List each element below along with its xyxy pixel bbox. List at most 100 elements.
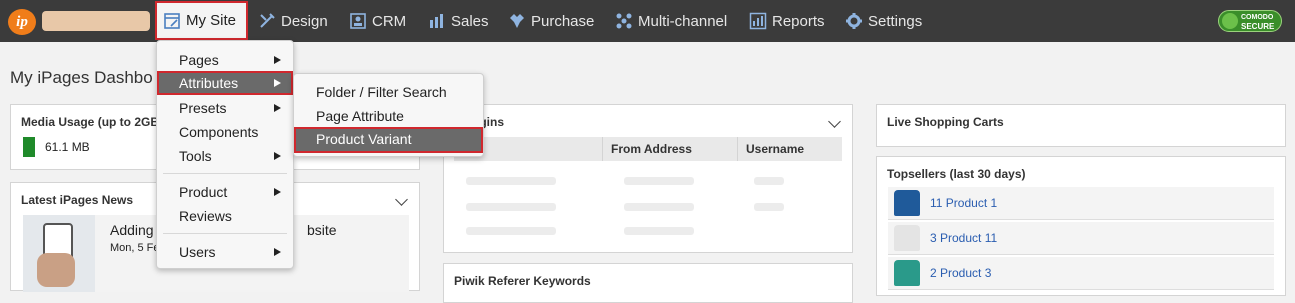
nav-crm[interactable]: CRM: [349, 0, 406, 42]
nav-sales[interactable]: Sales: [428, 0, 489, 42]
news-headline-start: Adding: [110, 222, 154, 238]
user-account-pill[interactable]: [42, 11, 150, 31]
menu-item-users[interactable]: Users: [157, 240, 293, 264]
submenu-item-folder-filter-search[interactable]: Folder / Filter Search: [294, 80, 483, 104]
tshirt-image: [894, 225, 920, 251]
panel-title: Latest iPages News: [21, 193, 134, 207]
submenu-arrow-icon: [274, 104, 281, 112]
nav-label: Sales: [451, 12, 489, 30]
nav-label: Multi-channel: [638, 12, 728, 30]
nav-reports[interactable]: Reports: [749, 0, 825, 42]
column-header[interactable]: From Address: [603, 137, 738, 161]
nav-label: CRM: [372, 12, 407, 30]
product-link[interactable]: 2 Product 3: [930, 266, 991, 280]
multichannel-icon: [616, 13, 632, 29]
list-item[interactable]: 2 Product 3: [888, 257, 1274, 290]
menu-item-presets[interactable]: Presets: [157, 96, 293, 120]
chevron-down-icon[interactable]: [828, 115, 841, 128]
page-title: My iPages Dashbo: [10, 68, 153, 87]
panel-title: Topsellers (last 30 days): [887, 167, 1026, 181]
submenu-arrow-icon: [274, 56, 281, 64]
nav-settings[interactable]: Settings: [845, 0, 922, 42]
sales-icon: [430, 14, 443, 28]
menu-item-attributes[interactable]: Attributes: [157, 71, 293, 95]
submenu-arrow-icon: [274, 79, 281, 87]
product-link[interactable]: 11 Product 1: [930, 196, 997, 210]
live-carts-panel: Live Shopping Carts: [876, 104, 1286, 147]
menu-item-label: Users: [179, 244, 216, 260]
crm-icon: [350, 13, 366, 29]
attributes-submenu: Folder / Filter Search Page Attribute Pr…: [293, 73, 484, 157]
nav-design[interactable]: Design: [258, 0, 328, 42]
menu-item-label: Pages: [179, 52, 219, 68]
menu-item-label: Attributes: [179, 75, 239, 91]
nav-multichannel[interactable]: Multi-channel: [615, 0, 727, 42]
menu-item-label: Presets: [179, 100, 227, 116]
menu-item-label: Product: [179, 184, 228, 200]
usage-value: 61.1 MB: [45, 140, 90, 154]
piwik-keywords-panel: Piwik Referer Keywords: [443, 263, 853, 303]
reports-icon: [749, 12, 767, 30]
top-navigation-bar: ip My Site Design CRM Sales Purchase Mul…: [0, 0, 1295, 42]
blurred-cell: [624, 177, 694, 185]
usage-bar: [23, 137, 35, 157]
news-headline-end: bsite: [307, 222, 337, 238]
submenu-arrow-icon: [274, 188, 281, 196]
submenu-item-product-variant[interactable]: Product Variant: [294, 127, 483, 153]
nav-label: My Site: [186, 12, 237, 29]
nav-label: Purchase: [531, 12, 595, 30]
badge-line1: COMODO: [1241, 14, 1274, 21]
menu-item-label: Components: [179, 124, 259, 140]
panel-title: Piwik Referer Keywords: [454, 274, 591, 288]
ipages-logo[interactable]: ip: [8, 9, 36, 35]
menu-item-label: Tools: [179, 148, 212, 164]
nav-label: Reports: [772, 12, 825, 30]
tshirt-image: [894, 260, 920, 286]
menu-item-label: Reviews: [179, 208, 232, 224]
blurred-cell: [624, 227, 694, 235]
chevron-down-icon[interactable]: [395, 193, 408, 206]
menu-divider: [163, 173, 287, 174]
comodo-secure-badge[interactable]: COMODO SECURE: [1218, 10, 1282, 32]
design-icon: [260, 13, 275, 28]
hand-image: [37, 253, 75, 287]
panel-title: Media Usage (up to 2GB: [21, 115, 160, 129]
list-item[interactable]: 11 Product 1: [888, 187, 1274, 220]
nav-label: Design: [281, 12, 328, 30]
nav-purchase[interactable]: Purchase: [508, 0, 594, 42]
news-thumbnail: [23, 215, 95, 292]
badge-line2: SECURE: [1241, 22, 1275, 31]
submenu-item-page-attribute[interactable]: Page Attribute: [294, 104, 483, 128]
submenu-arrow-icon: [274, 248, 281, 256]
product-link[interactable]: 3 Product 11: [930, 231, 997, 245]
my-site-icon: [164, 12, 180, 29]
blurred-cell: [466, 227, 556, 235]
nav-my-site[interactable]: My Site: [155, 1, 249, 40]
menu-item-label: Page Attribute: [316, 108, 404, 124]
list-item[interactable]: 3 Product 11: [888, 222, 1274, 255]
column-header[interactable]: Username: [738, 137, 842, 161]
logins-panel: n Logins e From Address Username: [443, 104, 853, 253]
blurred-cell: [466, 203, 556, 211]
thumbs-up-icon: [1222, 13, 1238, 29]
blurred-cell: [754, 177, 784, 185]
menu-item-product[interactable]: Product: [157, 180, 293, 204]
blurred-cell: [466, 177, 556, 185]
tshirt-image: [894, 190, 920, 216]
my-site-dropdown-menu: Pages Attributes Presets Components Tool…: [156, 40, 294, 269]
menu-item-components[interactable]: Components: [157, 120, 293, 144]
news-date: Mon, 5 Fe: [110, 242, 160, 254]
menu-item-tools[interactable]: Tools: [157, 144, 293, 168]
menu-item-label: Product Variant: [316, 131, 412, 147]
nav-label: Settings: [868, 12, 923, 30]
blurred-cell: [754, 203, 784, 211]
menu-item-label: Folder / Filter Search: [316, 84, 447, 100]
menu-item-reviews[interactable]: Reviews: [157, 204, 293, 228]
menu-item-pages[interactable]: Pages: [157, 48, 293, 72]
logins-table: e From Address Username: [454, 137, 842, 245]
blurred-cell: [624, 203, 694, 211]
submenu-arrow-icon: [274, 152, 281, 160]
purchase-icon: [510, 14, 524, 28]
panel-title: Live Shopping Carts: [887, 115, 1004, 129]
gear-icon: [846, 13, 862, 29]
